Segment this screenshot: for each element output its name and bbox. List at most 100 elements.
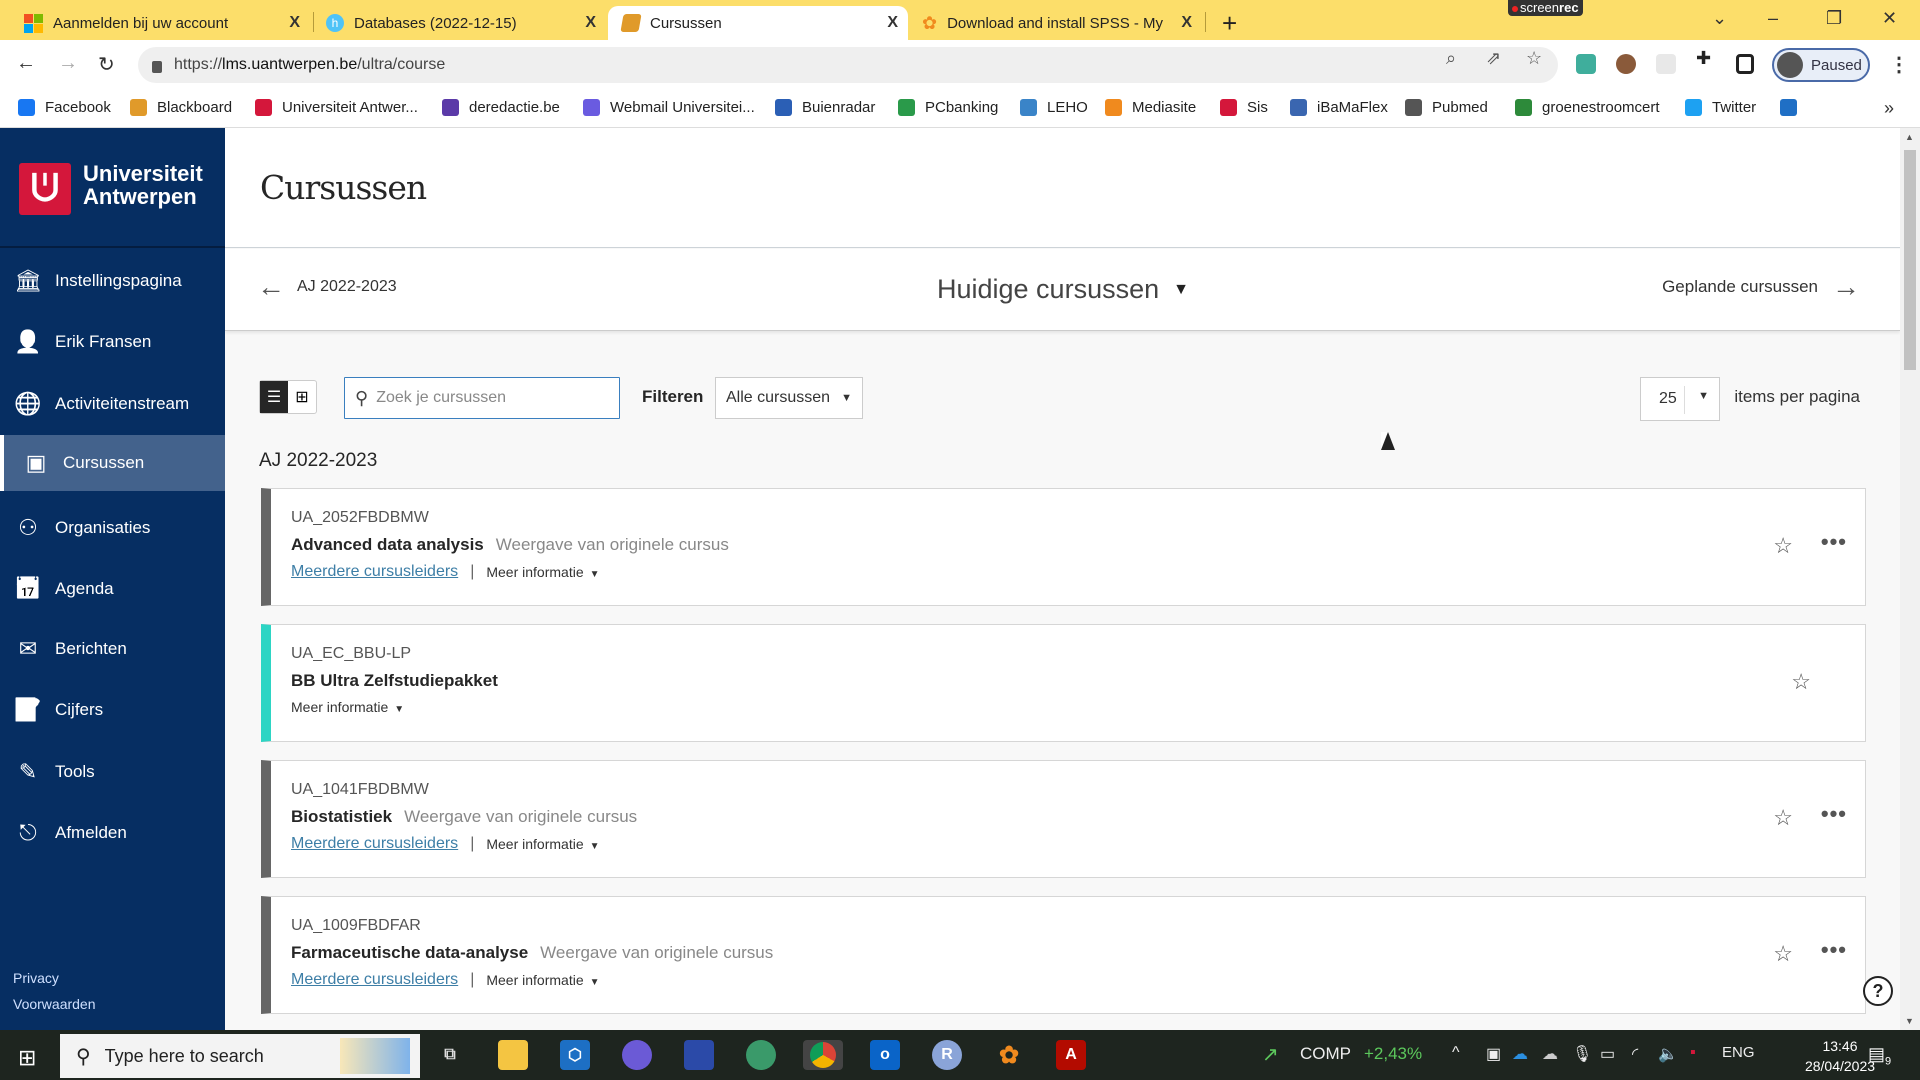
sidebar-item-organisaties[interactable]: ⚇ Organisaties	[0, 500, 225, 556]
favorite-star-icon[interactable]: ☆	[1773, 941, 1793, 967]
bookmark-item[interactable]: groenestroomcert	[1515, 99, 1660, 116]
bookmark-item[interactable]: Mediasite	[1105, 99, 1196, 116]
course-card[interactable]: UA_1041FBDBMW Biostatistiek Weergave van o…	[261, 760, 1866, 878]
privacy-link[interactable]: Privacy	[13, 970, 59, 986]
app-icon[interactable]: ⬡	[560, 1040, 590, 1070]
scroll-down-icon[interactable]: ▼	[1905, 1016, 1914, 1026]
course-title[interactable]: Farmaceutische data-analyse	[291, 943, 528, 962]
taskbar-search[interactable]: ⚲ Type here to search	[60, 1034, 420, 1078]
filter-select[interactable]: Alle cursussen ▼	[715, 377, 863, 419]
file-explorer-icon[interactable]	[498, 1040, 528, 1070]
bookmark-item[interactable]: Webmail Universitei...	[583, 99, 755, 116]
bookmark-item[interactable]: deredactie.be	[442, 99, 560, 116]
zoom-icon[interactable]: ⌕	[1446, 48, 1456, 69]
share-icon[interactable]: ⇗	[1486, 48, 1501, 69]
bookmark-item[interactable]	[1780, 99, 1807, 116]
restore-button[interactable]: ❐	[1826, 8, 1842, 29]
sidebar-item-instellingspagina[interactable]: 🏛 Instellingspagina	[0, 253, 225, 309]
browser-menu-icon[interactable]: ⋮	[1889, 52, 1909, 77]
reload-button[interactable]: ↻	[98, 52, 115, 77]
scrollbar-thumb[interactable]	[1904, 150, 1916, 370]
extension-icon[interactable]	[1656, 54, 1676, 74]
windows-start-icon[interactable]: ⊞	[18, 1045, 36, 1071]
acrobat-icon[interactable]: A	[1056, 1040, 1086, 1070]
meet-icon[interactable]: ▣	[1486, 1044, 1501, 1064]
stock-label[interactable]: COMP	[1300, 1044, 1351, 1064]
sidebar-item-activiteitenstream[interactable]: 🌐 Activiteitenstream	[0, 376, 225, 432]
university-logo[interactable]: ᕫ Universiteit Antwerpen	[0, 128, 225, 248]
more-info-button[interactable]: Meer informatie ▼	[486, 972, 599, 988]
course-title[interactable]: BB Ultra Zelfstudiepakket	[291, 671, 498, 690]
close-tab-icon[interactable]: X	[585, 14, 596, 32]
microphone-icon[interactable]: 🎙	[1572, 1044, 1592, 1064]
new-tab-button[interactable]: +	[1222, 8, 1237, 39]
more-options-icon[interactable]: •••	[1821, 801, 1847, 827]
extensions-puzzle-icon[interactable]: ✚	[1696, 48, 1711, 69]
instructors-link[interactable]: Meerdere cursusleiders	[291, 971, 458, 989]
notifications-button[interactable]: ▤9	[1868, 1044, 1891, 1068]
sidebar-item-tools[interactable]: ✎ Tools	[0, 744, 225, 800]
url-text[interactable]: https://lms.uantwerpen.be/ultra/course	[174, 56, 445, 74]
items-per-page-select[interactable]: 25 ▼	[1640, 377, 1720, 421]
course-card[interactable]: UA_EC_BBU-LP BB Ultra Zelfstudiepakket Mee…	[261, 624, 1866, 742]
extension-icon[interactable]	[1576, 54, 1596, 74]
more-info-button[interactable]: Meer informatie ▼	[486, 564, 599, 580]
forward-button[interactable]: →	[58, 52, 78, 75]
back-button[interactable]: ←	[16, 52, 36, 75]
close-tab-icon[interactable]: X	[887, 14, 898, 32]
course-card[interactable]: UA_2052FBDBMW Advanced data analysis Weerg…	[261, 488, 1866, 606]
close-tab-icon[interactable]: X	[289, 14, 300, 32]
sidebar-item-berichten[interactable]: ✉ Berichten	[0, 621, 225, 677]
current-term-dropdown[interactable]: Huidige cursussen ▼	[937, 274, 1189, 305]
copilot-icon[interactable]	[622, 1040, 652, 1070]
bookmarks-overflow-button[interactable]: »	[1884, 98, 1894, 119]
app-icon[interactable]	[746, 1040, 776, 1070]
favorite-star-icon[interactable]: ☆	[1773, 533, 1793, 559]
onedrive-icon[interactable]: ☁	[1512, 1044, 1528, 1064]
course-card[interactable]: UA_1009FBDFAR Farmaceutische data-analyse…	[261, 896, 1866, 1014]
page-scrollbar[interactable]: ▲ ▼	[1900, 128, 1920, 1030]
app-tray-icon[interactable]: ▪	[1690, 1044, 1696, 1062]
browser-tab[interactable]: Aanmelden bij uw account X	[10, 6, 310, 40]
instructors-link[interactable]: Meerdere cursusleiders	[291, 835, 458, 853]
bookmark-star-icon[interactable]: ☆	[1526, 48, 1542, 69]
chrome-icon[interactable]	[803, 1040, 843, 1070]
bookmark-item[interactable]: Buienradar	[775, 99, 875, 116]
scroll-up-icon[interactable]: ▲	[1905, 132, 1914, 142]
address-bar[interactable]: https://lms.uantwerpen.be/ultra/course	[138, 47, 1558, 83]
next-term-button[interactable]: Geplande cursussen →	[1662, 273, 1860, 301]
bookmark-item[interactable]: PCbanking	[898, 99, 998, 116]
instructors-link[interactable]: Meerdere cursusleiders	[291, 563, 458, 581]
more-info-button[interactable]: Meer informatie ▼	[486, 836, 599, 852]
course-title[interactable]: Biostatistiek	[291, 807, 392, 826]
profile-button[interactable]: Paused	[1772, 48, 1870, 82]
sidebar-item-agenda[interactable]: 📅 Agenda	[0, 561, 225, 617]
volume-icon[interactable]: 🔈	[1658, 1044, 1678, 1064]
onedrive-personal-icon[interactable]: ☁	[1542, 1044, 1558, 1064]
sidebar-item-cijfers[interactable]: 📝 Cijfers	[0, 682, 225, 738]
bookmark-item[interactable]: Facebook	[18, 99, 111, 116]
browser-tab[interactable]: h Databases (2022-12-15) X	[316, 6, 606, 40]
list-view-button[interactable]: ☰	[260, 381, 288, 413]
bookmark-item[interactable]: iBaMaFlex	[1290, 99, 1388, 116]
battery-icon[interactable]: ▭	[1600, 1044, 1615, 1064]
bookmark-item[interactable]: Sis	[1220, 99, 1268, 116]
more-options-icon[interactable]: •••	[1821, 529, 1847, 555]
wifi-icon[interactable]: ◜	[1632, 1044, 1638, 1064]
task-view-icon[interactable]: ⧉	[435, 1040, 465, 1070]
terms-link[interactable]: Voorwaarden	[13, 996, 96, 1012]
bookmark-item[interactable]: Blackboard	[130, 99, 232, 116]
favorite-star-icon[interactable]: ☆	[1773, 805, 1793, 831]
grid-view-button[interactable]: ⊞	[288, 381, 316, 413]
browser-tab-active[interactable]: Cursussen X	[608, 6, 908, 40]
more-info-button[interactable]: Meer informatie ▼	[291, 699, 404, 715]
browser-tab[interactable]: ✿ Download and install SPSS - My I X	[912, 6, 1202, 40]
tab-search-chevron-icon[interactable]: ⌄	[1712, 8, 1727, 29]
outlook-icon[interactable]: o	[870, 1040, 900, 1070]
cookie-extension-icon[interactable]	[1616, 54, 1636, 74]
bookmark-item[interactable]: Pubmed	[1405, 99, 1488, 116]
minimize-button[interactable]: –	[1768, 8, 1778, 29]
course-search-input[interactable]	[376, 389, 597, 407]
r-icon[interactable]: R	[932, 1040, 962, 1070]
close-window-button[interactable]: ✕	[1882, 8, 1897, 29]
